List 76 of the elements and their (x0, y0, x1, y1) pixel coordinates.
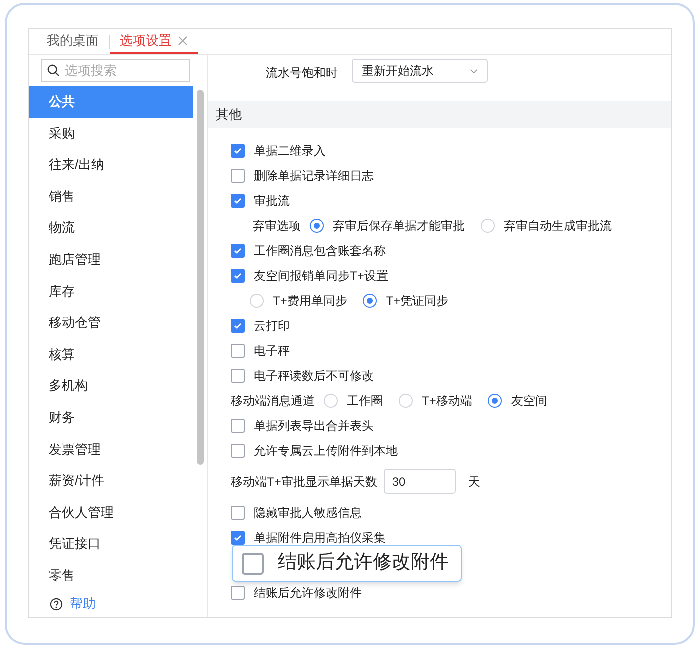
sidebar-item[interactable]: 核算 (29, 338, 194, 370)
checkmark-icon (233, 246, 243, 256)
option-label: 审批流 (254, 192, 290, 210)
checkbox[interactable] (242, 552, 264, 574)
checkmark-icon (233, 532, 243, 542)
option-label: 工作圈 (347, 392, 383, 410)
search-icon (47, 64, 60, 77)
option-label: 弃审后保存单据才能审批 (333, 218, 465, 234)
search-field[interactable]: 选项搜索 (41, 59, 190, 82)
sidebar-item[interactable]: 凭证接口 (29, 528, 194, 560)
option-label: T+移动端 (422, 392, 472, 410)
sidebar-item[interactable]: 移动仓管 (29, 307, 194, 339)
radio-button[interactable] (363, 294, 378, 308)
option-label: 友空间报销单同步T+设置 (254, 268, 388, 284)
checkbox[interactable] (231, 444, 245, 458)
checkbox[interactable] (231, 506, 245, 520)
help-link[interactable]: 帮助 (70, 594, 96, 614)
checkbox[interactable] (231, 244, 245, 258)
option-label: 弃审选项 (253, 218, 301, 234)
option-label: 电子秤读数后不可修改 (254, 368, 374, 384)
option-label: 工作圈消息包含账套名称 (254, 242, 386, 260)
option-label: T+凭证同步 (386, 292, 449, 310)
checkmark-icon (233, 146, 243, 156)
option-label: 单据列表导出合并表头 (254, 418, 374, 434)
tab[interactable]: 选项设置 (110, 29, 198, 54)
scrollbar[interactable] (196, 90, 204, 465)
sidebar-item[interactable]: 采购 (29, 118, 194, 150)
option-label: 移动端T+审批显示单据天数 (231, 474, 378, 490)
option-label: T+费用单同步 (273, 292, 348, 310)
sidebar-item[interactable]: 财务 (29, 402, 194, 434)
option-label: 云打印 (254, 318, 290, 334)
checkbox[interactable] (231, 368, 245, 382)
option-label: 删除单据记录详细日志 (254, 168, 374, 184)
checkbox[interactable] (231, 168, 245, 182)
option-label: 友空间 (511, 392, 548, 410)
checkbox[interactable] (231, 530, 245, 544)
tab[interactable]: 我的桌面 (37, 29, 109, 54)
option-label: 电子秤 (254, 342, 290, 360)
radio-button[interactable] (488, 394, 502, 408)
option-label: 单据附件启用高拍仪采集 (254, 530, 386, 546)
radio-button[interactable] (310, 218, 324, 232)
number-field[interactable]: 30 (384, 469, 456, 494)
section-header: 其他 (208, 101, 671, 128)
field-label: 流水号饱和时 (266, 65, 338, 82)
sidebar-item[interactable]: 多机构 (29, 370, 194, 402)
close-icon[interactable] (178, 36, 188, 46)
option-label: 弃审自动生成审批流 (504, 218, 612, 234)
sidebar-item[interactable]: 库存 (29, 276, 194, 308)
checkbox[interactable] (231, 144, 245, 158)
sidebar-item[interactable]: 合伙人管理 (29, 496, 194, 528)
checkbox[interactable] (231, 268, 245, 282)
sidebar-item[interactable]: 零售 (29, 560, 194, 592)
checkbox[interactable] (231, 418, 245, 432)
checkbox[interactable] (231, 318, 245, 332)
checkbox[interactable] (231, 586, 245, 600)
checkmark-icon (233, 196, 243, 206)
option-label: 隐藏审批人敏感信息 (254, 504, 362, 522)
checkmark-icon (233, 270, 243, 280)
dropdown[interactable]: 重新开始流水 (352, 59, 488, 83)
option-label: 结账后允许修改附件 (254, 584, 362, 602)
sidebar-item[interactable]: 薪资/计件 (29, 465, 194, 497)
chevron-down-icon (470, 68, 478, 74)
checkbox[interactable] (231, 194, 245, 208)
sidebar-item[interactable]: 销售 (29, 180, 194, 212)
help-icon (50, 598, 63, 610)
option-label: 单据二维录入 (254, 142, 326, 160)
checkbox[interactable] (231, 344, 245, 358)
option-label: 移动端消息通道 (231, 392, 315, 410)
sidebar-item[interactable]: 跑店管理 (29, 244, 194, 276)
option-label: 结账后允许修改附件 (278, 551, 449, 576)
checkmark-icon (233, 320, 243, 330)
sidebar-item[interactable]: 物流 (29, 212, 194, 244)
option-label: 允许专属云上传附件到本地 (254, 442, 398, 460)
unit-label: 天 (468, 474, 480, 490)
sidebar-item[interactable]: 发票管理 (29, 434, 194, 466)
sidebar-item[interactable]: 往来/出纳 (29, 149, 194, 181)
